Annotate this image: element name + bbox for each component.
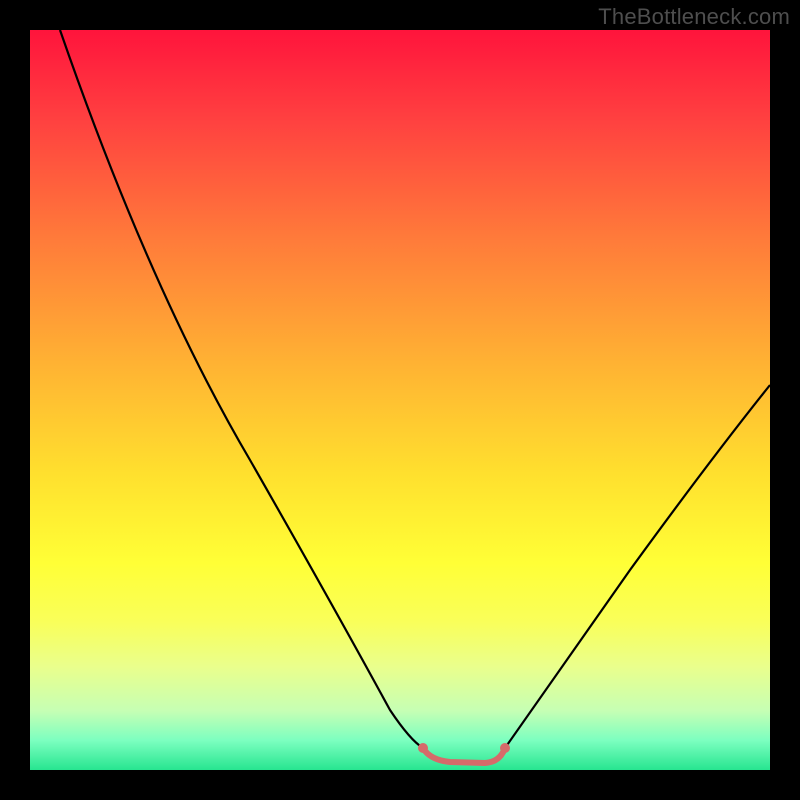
curve-left — [60, 30, 423, 748]
marker-right — [500, 743, 510, 753]
chart-frame: TheBottleneck.com — [0, 0, 800, 800]
curve-svg — [30, 30, 770, 770]
curve-right — [505, 385, 770, 748]
watermark-text: TheBottleneck.com — [598, 4, 790, 30]
curve-flat-minimum — [423, 748, 505, 763]
plot-area — [30, 30, 770, 770]
marker-left — [418, 743, 428, 753]
